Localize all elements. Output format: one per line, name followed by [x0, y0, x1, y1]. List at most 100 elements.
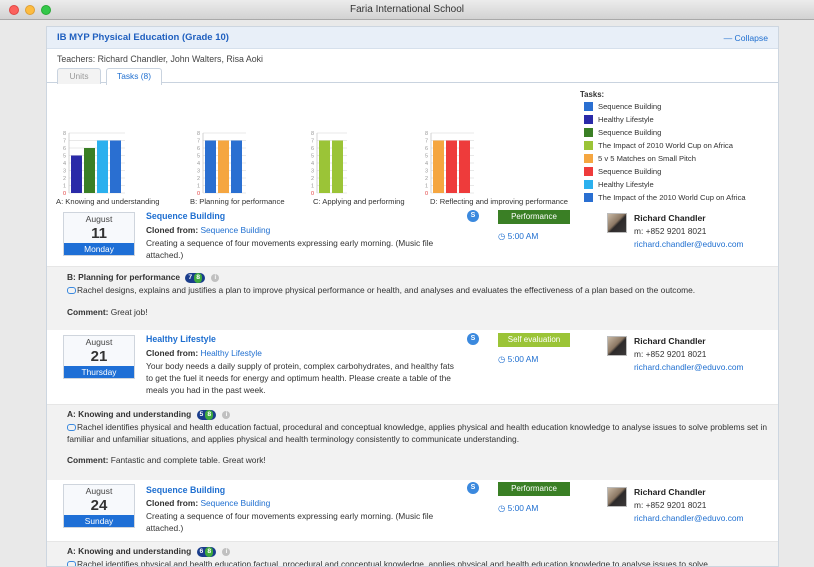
chart-bar[interactable]	[84, 148, 95, 193]
task-row: August 11 Monday Sequence Building Clone…	[47, 210, 778, 266]
y-tick-label: 8	[425, 131, 428, 137]
chart-bar[interactable]	[110, 140, 121, 194]
y-tick-label: 2	[311, 176, 314, 182]
chart-bar[interactable]	[97, 140, 108, 194]
legend-swatch	[584, 180, 593, 189]
comment-text: Fantastic and complete table. Great work…	[110, 455, 266, 465]
y-tick-label: 2	[63, 176, 66, 182]
y-tick-label: 6	[425, 146, 428, 152]
cloned-from-label: Cloned from:	[146, 498, 199, 508]
date-box: August 11 Monday	[63, 212, 135, 256]
task-type-badge: Performance	[498, 482, 570, 496]
teacher-name: Richard Chandler	[634, 487, 706, 497]
y-tick-label: 6	[63, 146, 66, 152]
criterion-text: Rachel designs, explains and justifies a…	[67, 284, 767, 296]
legend-label: 5 v 5 Matches on Small Pitch	[598, 154, 696, 163]
chart-bar[interactable]	[433, 140, 444, 194]
close-window-button[interactable]	[9, 5, 19, 15]
legend-swatch	[584, 128, 593, 137]
y-tick-label: 4	[425, 161, 428, 167]
task-title[interactable]: Healthy Lifestyle	[146, 334, 216, 344]
speech-bubble-icon	[67, 287, 76, 295]
y-tick-label: 7	[63, 139, 66, 145]
legend-swatch	[584, 141, 593, 150]
task-time: ◷ 5:00 AM	[498, 503, 539, 513]
y-tick-label: 3	[197, 169, 200, 175]
y-tick-label: 5	[425, 154, 428, 160]
criterion-name: A: Knowing and understanding	[67, 409, 192, 419]
minimize-window-button[interactable]	[25, 5, 35, 15]
y-tick-label: 5	[63, 154, 66, 160]
legend-item: The Impact of 2010 World Cup on Africa	[580, 141, 778, 154]
legend-swatch	[584, 193, 593, 202]
y-tick-label: 4	[63, 161, 66, 167]
comment-label: Comment:	[67, 307, 109, 317]
score-badge: 58	[196, 409, 217, 420]
teacher-phone: m: +852 9201 8021	[634, 349, 707, 359]
zoom-window-button[interactable]	[41, 5, 51, 15]
task-title[interactable]: Sequence Building	[146, 211, 225, 221]
criterion-text: Rachel identifies physical and health ed…	[67, 558, 767, 566]
chart-bar[interactable]	[332, 140, 343, 194]
teacher-name: Richard Chandler	[634, 336, 706, 346]
teacher-phone: m: +852 9201 8021	[634, 226, 707, 236]
criterion-line: A: Knowing and understanding 58 i	[67, 409, 231, 420]
subject-badge: S	[467, 210, 479, 222]
clock-icon: ◷	[498, 354, 508, 364]
teacher-email[interactable]: richard.chandler@eduvo.com	[634, 239, 744, 249]
legend-label: Sequence Building	[598, 167, 662, 176]
cloned-from-link[interactable]: Healthy Lifestyle	[200, 348, 261, 358]
y-tick-label: 8	[63, 131, 66, 137]
subject-badge: S	[467, 482, 479, 494]
y-tick-label: 6	[197, 146, 200, 152]
y-tick-label: 2	[197, 176, 200, 182]
legend-item: 5 v 5 Matches on Small Pitch	[580, 154, 778, 167]
teacher-email[interactable]: richard.chandler@eduvo.com	[634, 513, 744, 523]
tasks-legend: Tasks: Sequence Building Healthy Lifestyl…	[580, 90, 778, 206]
info-icon[interactable]: i	[222, 547, 231, 556]
chart-bar[interactable]	[446, 140, 457, 194]
task-type-badge: Performance	[498, 210, 570, 224]
cloned-from: Cloned from: Sequence Building	[146, 225, 270, 235]
avatar	[607, 336, 627, 356]
chart-bar[interactable]	[231, 140, 242, 194]
cloned-from-link[interactable]: Sequence Building	[200, 498, 270, 508]
minus-icon: —	[723, 33, 735, 43]
chart-caption-d: D: Reflecting and improving performance	[430, 197, 569, 206]
cloned-from-link[interactable]: Sequence Building	[200, 225, 270, 235]
tab-units[interactable]: Units	[57, 68, 101, 84]
criterion-name: B: Planning for performance	[67, 272, 181, 282]
window-title: Faria International School	[350, 4, 464, 15]
chart-bar[interactable]	[459, 140, 470, 194]
collapse-button[interactable]: — Collapse	[724, 33, 768, 43]
title-bar: Faria International School	[0, 0, 814, 20]
teacher-email[interactable]: richard.chandler@eduvo.com	[634, 362, 744, 372]
teachers-line: Teachers: Richard Chandler, John Walters…	[57, 54, 264, 64]
legend-label: Sequence Building	[598, 102, 662, 111]
legend-item: The Impact of the 2010 World Cup on Afri…	[580, 193, 778, 206]
score-badge: 78	[185, 272, 205, 283]
criterion-line: A: Knowing and understanding 68 i	[67, 546, 231, 557]
course-title[interactable]: IB MYP Physical Education (Grade 10)	[57, 32, 229, 43]
y-tick-label: 8	[197, 131, 200, 137]
info-icon[interactable]: i	[222, 410, 231, 419]
chart-bar[interactable]	[71, 155, 82, 194]
speech-bubble-icon	[67, 424, 76, 432]
info-icon[interactable]: i	[211, 273, 220, 282]
task-title[interactable]: Sequence Building	[146, 485, 225, 495]
tab-tasks[interactable]: Tasks (8)	[106, 68, 162, 85]
chart-bar[interactable]	[205, 140, 216, 194]
date-weekday: Thursday	[64, 366, 134, 378]
comment-text: Great job!	[110, 307, 148, 317]
chart-bar[interactable]	[218, 140, 229, 194]
comment-label: Comment:	[67, 455, 109, 465]
comment: Comment: Fantastic and complete table. G…	[67, 455, 266, 465]
legend-item: Sequence Building	[580, 167, 778, 180]
chart-bar[interactable]	[319, 140, 330, 194]
legend-item: Healthy Lifestyle	[580, 115, 778, 128]
task-row: August 21 Thursday Healthy Lifestyle Clo…	[47, 333, 778, 403]
legend-label: The Impact of 2010 World Cup on Africa	[598, 141, 733, 150]
avatar	[607, 213, 627, 233]
y-tick-label: 4	[197, 161, 200, 167]
legend-label: Healthy Lifestyle	[598, 180, 654, 189]
